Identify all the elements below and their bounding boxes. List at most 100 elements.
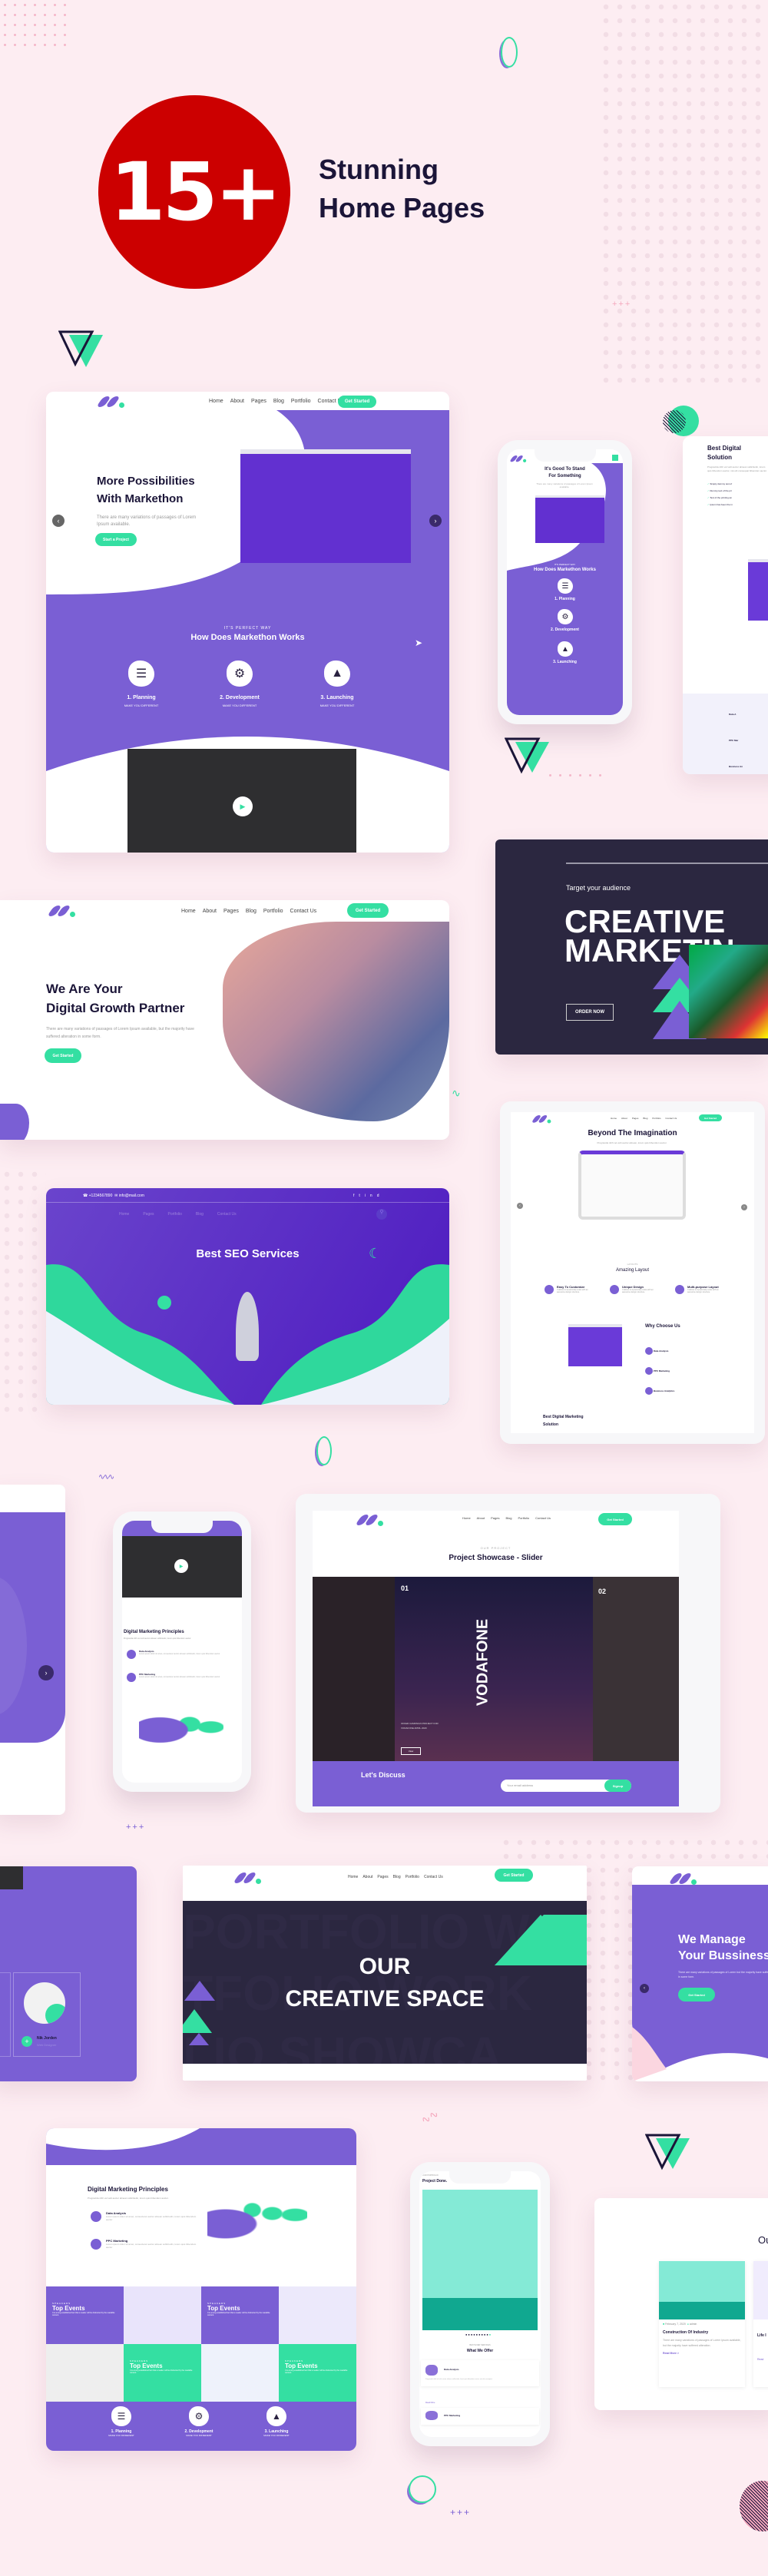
- slider-prev-button[interactable]: ‹: [52, 515, 65, 527]
- blog-post-card[interactable]: Life I Read: [753, 2261, 768, 2387]
- slider-prev-button[interactable]: ‹: [640, 1984, 649, 1993]
- blog-post-card[interactable]: ■ February 7, 2020 ● admin Construction …: [659, 2261, 745, 2387]
- demo-team-partial[interactable]: + Nik Jorden Web Designer: [0, 1866, 137, 2081]
- hero-badge-text: 15+: [110, 145, 282, 239]
- tablet-demo-project-showcase[interactable]: Home About Pages Blog Portfolio Contact Us Ge…: [296, 1494, 720, 1813]
- launching-icon: ▲: [324, 661, 350, 687]
- project-slider[interactable]: 01 02 VODAFONE OFFER CAMPAIGN PROJECT FO…: [313, 1577, 679, 1761]
- team-photo: [223, 922, 449, 1121]
- demo2-title: We Are Your Digital Growth Partner: [46, 982, 185, 1015]
- blog-image: [659, 2261, 745, 2319]
- plant-illustration: [748, 559, 768, 621]
- paper-plane-icon: ➤: [415, 637, 423, 648]
- marketing-photo: [689, 945, 768, 1038]
- tablet-demo-beyond-imagination[interactable]: Home About Pages Blog Portfolio Contact Us Ge…: [500, 1101, 765, 1444]
- demo-seo-services[interactable]: ☎ +1234567890 ✉ info@mail.com ftind Home…: [46, 1188, 449, 1405]
- demo-digital-growth[interactable]: Home About Pages Blog Portfolio Contact …: [0, 900, 449, 1140]
- hero-illustration: [240, 449, 411, 563]
- team-member-card[interactable]: + Nik Jorden Web Designer: [13, 1972, 81, 2057]
- demo-markethon-home[interactable]: Home About Pages Blog Portfolio Contact …: [46, 392, 449, 853]
- main-nav: Home About Pages Blog Portfolio Contact …: [181, 909, 317, 914]
- phone1-illustration: [535, 495, 604, 543]
- video-thumbnail[interactable]: ▶: [127, 749, 356, 853]
- logo-icon: [233, 1872, 261, 1884]
- email-input[interactable]: Your email address Signup: [501, 1780, 631, 1792]
- nav-home[interactable]: Home: [209, 399, 223, 404]
- development-icon: ⚙: [189, 2406, 209, 2426]
- logo-icon: [355, 1515, 383, 1526]
- development-icon: ⚙: [227, 661, 253, 687]
- triangle-decorations: [183, 1915, 587, 2045]
- slider-prev-button[interactable]: ‹: [517, 1203, 523, 1209]
- triangle-decoration-icon: [505, 737, 549, 774]
- team-illustration: [139, 1701, 223, 1759]
- step-2: 2. Development MAKE YOU DIFFERENT: [220, 695, 260, 707]
- play-button-icon[interactable]: ▶: [174, 1559, 188, 1573]
- service-card[interactable]: Data Analysis Progravida nibh vel velit …: [421, 2360, 539, 2386]
- main-nav: Home About Pages Blog Portfolio Contact …: [209, 399, 344, 404]
- planning-icon: ☰: [128, 661, 154, 687]
- social-icons: ftind: [353, 1194, 384, 1198]
- start-project-button[interactable]: Start a Project: [95, 533, 137, 546]
- order-now-button[interactable]: ORDER NOW: [566, 1004, 614, 1021]
- nav-blog[interactable]: Blog: [273, 399, 284, 404]
- search-icon[interactable]: ⚲: [376, 1209, 387, 1220]
- demo-we-manage-partial[interactable]: We Manage Your Bussiness There are many v…: [632, 1866, 768, 2081]
- ring-decoration-icon: [501, 37, 518, 68]
- why-illustration: [568, 1324, 622, 1366]
- data-analysis-icon: [91, 2211, 101, 2222]
- mobile-demo-1[interactable]: It's Good To Stand For Something There ar…: [498, 440, 632, 724]
- ppc-icon: [91, 2239, 101, 2250]
- nav-portfolio[interactable]: Portfolio: [291, 399, 311, 404]
- view-button[interactable]: View: [401, 1747, 421, 1755]
- demo-creative-space[interactable]: Home About Pages Blog Portfolio Contact Us Ge…: [183, 1866, 587, 2081]
- logo-icon: [668, 1873, 697, 1885]
- nav-pages[interactable]: Pages: [251, 399, 266, 404]
- laptop-illustration: [578, 1151, 686, 1220]
- hero-title-line1: Stunning: [319, 154, 439, 185]
- phone1-title: It's Good To Stand For Something: [545, 467, 585, 478]
- mobile-demo-3[interactable]: OUR PORTFOLIO Project Done. ●●●●●●●●●● B…: [410, 2162, 550, 2446]
- slider-next-button[interactable]: ›: [741, 1204, 747, 1210]
- demo-purple-slider-partial[interactable]: ›: [0, 1485, 65, 1815]
- squiggle-decoration-icon: ∿: [452, 1087, 461, 1099]
- demo-best-digital-solution[interactable]: Best Digital Solution Progravida nibh vel…: [683, 436, 768, 774]
- pink-dot-grid: [0, 0, 74, 52]
- avatar: [22, 1981, 67, 2025]
- demo1-kicker: IT'S PERFECT WAY: [223, 626, 272, 631]
- demo-digital-principles[interactable]: Digital Marketing Principles Progravida …: [46, 2128, 356, 2451]
- video-thumbnail[interactable]: ▶: [122, 1536, 242, 1598]
- slider-next-button[interactable]: ›: [38, 1665, 54, 1680]
- nav-about[interactable]: About: [230, 399, 244, 404]
- play-button-icon[interactable]: ▶: [233, 796, 253, 816]
- signup-button[interactable]: Signup: [604, 1780, 631, 1792]
- team-illustration: [207, 2186, 307, 2255]
- demo6-title: Digital Marketing Principles: [88, 2186, 168, 2193]
- planning-icon: ☰: [111, 2406, 131, 2426]
- tablet2-title: Project Showcase - Slider: [449, 1554, 543, 1562]
- get-started-button[interactable]: Get Started: [347, 903, 389, 918]
- demo1-desc: There are many variations of passages of…: [97, 515, 197, 527]
- get-started-button[interactable]: Get Started: [338, 396, 376, 408]
- logo-icon: [509, 455, 527, 462]
- add-icon[interactable]: +: [22, 2036, 32, 2047]
- launching-icon: ▲: [266, 2406, 286, 2426]
- ring-decoration-icon: [316, 1436, 332, 1465]
- planning-icon: ☰: [558, 578, 573, 594]
- demo1-section-title: How Does Markethon Works: [190, 633, 305, 642]
- service-card[interactable]: PPC Marketing: [421, 2408, 539, 2425]
- slider-next-button[interactable]: ›: [429, 515, 442, 527]
- demo2-get-started-button[interactable]: Get Started: [45, 1048, 81, 1063]
- hero-title: Stunning Home Pages: [319, 151, 485, 227]
- mobile-demo-2[interactable]: ▶ Digital Marketing Principles Progravid…: [113, 1511, 251, 1792]
- carousel-dots[interactable]: ●●●●●●●●●●: [465, 2333, 492, 2336]
- portfolio-image: [422, 2190, 538, 2330]
- triangle-decoration-icon: [645, 2134, 690, 2170]
- striped-circle-decoration: [740, 2481, 768, 2531]
- demo-creative-marketing[interactable]: Target your audience CREATIVE MARKETIN OR…: [495, 839, 768, 1055]
- soft-dot-pattern: [599, 0, 768, 384]
- menu-icon[interactable]: [612, 455, 618, 461]
- demo-blog-partial[interactable]: Ou ■ February 7, 2020 ● admin Constructi…: [594, 2198, 768, 2410]
- hero-title-line2: Home Pages: [319, 192, 485, 223]
- purple-blob-decoration: [0, 1104, 29, 1140]
